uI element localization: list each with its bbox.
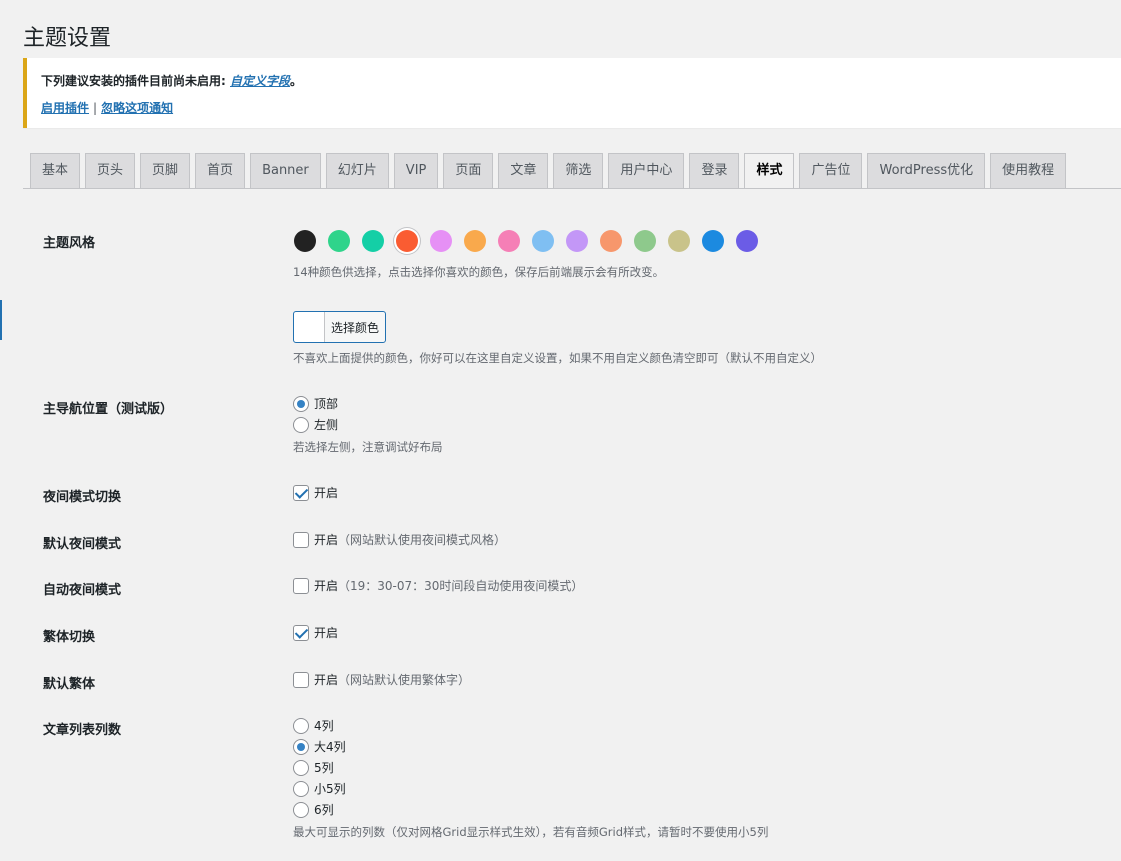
color-swatch[interactable] <box>702 230 724 252</box>
notice-actions: 启用插件 | 忽略这项通知 <box>41 99 1121 116</box>
columns-4-option[interactable]: 4列 <box>293 717 334 734</box>
columns-5-option[interactable]: 5列 <box>293 759 334 776</box>
auto-night-label: 自动夜间模式 <box>43 583 122 598</box>
custom-color-desc: 不喜欢上面提供的颜色，你好可以在这里自定义设置，如果不用自定义颜色清空即可（默认… <box>293 351 822 365</box>
columns-5-text: 5列 <box>314 761 334 775</box>
nav-position-left-option[interactable]: 左侧 <box>293 416 338 433</box>
default-night-checkbox[interactable] <box>293 531 309 548</box>
tab-footer[interactable]: 页脚 <box>140 153 191 188</box>
tab-wordpress-optimize[interactable]: WordPress优化 <box>867 153 986 188</box>
nav-position-top-radio[interactable] <box>293 395 309 412</box>
tab-user-center[interactable]: 用户中心 <box>608 153 685 188</box>
traditional-toggle-option[interactable]: 开启 <box>293 624 338 641</box>
color-swatch[interactable] <box>464 230 486 252</box>
color-swatch[interactable] <box>498 230 520 252</box>
color-swatch[interactable] <box>430 230 452 252</box>
night-toggle-text: 开启 <box>314 486 339 500</box>
list-columns-desc: 最大可显示的列数（仅对网格Grid显示样式生效），若有音频Grid样式，请暂时不… <box>293 825 769 839</box>
auto-night-hint: （19：30-07：30时间段自动使用夜间模式） <box>338 579 584 593</box>
default-night-label: 默认夜间模式 <box>43 537 122 552</box>
default-traditional-text: 开启 <box>314 673 339 687</box>
traditional-toggle-text: 开启 <box>314 626 339 640</box>
columns-5-radio[interactable] <box>293 759 309 776</box>
color-swatch[interactable] <box>362 230 384 252</box>
default-traditional-hint: （网站默认使用繁体字） <box>338 673 471 687</box>
tab-tutorial[interactable]: 使用教程 <box>990 153 1067 188</box>
columns-small-5-option[interactable]: 小5列 <box>293 780 346 797</box>
default-night-hint: （网站默认使用夜间模式风格） <box>338 533 507 547</box>
nav-position-top-option[interactable]: 顶部 <box>293 395 338 412</box>
tab-slideshow[interactable]: 幻灯片 <box>325 153 389 188</box>
list-columns-label: 文章列表列数 <box>43 723 122 738</box>
color-swatch[interactable] <box>634 230 656 252</box>
notice-message: 下列建议安装的插件目前尚未启用: 自定义字段。 <box>41 72 1121 89</box>
columns-6-radio[interactable] <box>293 801 309 818</box>
default-traditional-checkbox[interactable] <box>293 671 309 688</box>
tab-basic[interactable]: 基本 <box>30 153 81 188</box>
color-swatch[interactable] <box>396 230 418 252</box>
theme-style-label: 主题风格 <box>43 236 96 251</box>
custom-color-button-label: 选择颜色 <box>331 320 380 335</box>
notice-period: 。 <box>290 74 303 88</box>
traditional-toggle-label: 繁体切换 <box>43 630 96 645</box>
default-traditional-option[interactable]: 开启 （网站默认使用繁体字） <box>293 671 470 688</box>
color-swatch[interactable] <box>294 230 316 252</box>
tab-page[interactable]: 页面 <box>443 153 494 188</box>
default-traditional-label: 默认繁体 <box>43 677 96 692</box>
settings-tabs: 基本 页头 页脚 首页 Banner 幻灯片 VIP 页面 文章 筛选 用户中心… <box>30 153 1067 189</box>
columns-small-5-text: 小5列 <box>314 782 346 796</box>
night-toggle-checkbox[interactable] <box>293 484 309 501</box>
color-swatch[interactable] <box>532 230 554 252</box>
traditional-toggle-checkbox[interactable] <box>293 624 309 641</box>
color-swatch[interactable] <box>668 230 690 252</box>
page-title: 主题设置 <box>23 26 112 51</box>
color-swatches <box>294 230 758 252</box>
nav-position-left-radio[interactable] <box>293 416 309 433</box>
notice-text: 下列建议安装的插件目前尚未启用: <box>41 74 226 88</box>
nav-position-label: 主导航位置（测试版） <box>43 402 174 417</box>
notice-separator: | <box>93 101 98 115</box>
tab-vip[interactable]: VIP <box>393 153 439 188</box>
columns-4-radio[interactable] <box>293 717 309 734</box>
tabs-divider <box>23 188 1121 189</box>
default-night-text: 开启 <box>314 533 339 547</box>
tab-home[interactable]: 首页 <box>195 153 246 188</box>
tab-filter[interactable]: 筛选 <box>553 153 604 188</box>
columns-large-4-option[interactable]: 大4列 <box>293 738 346 755</box>
tab-style[interactable]: 样式 <box>744 153 795 189</box>
activate-plugin-link[interactable]: 启用插件 <box>41 101 89 115</box>
color-preview <box>294 312 325 342</box>
auto-night-option[interactable]: 开启 （19：30-07：30时间段自动使用夜间模式） <box>293 577 583 594</box>
columns-small-5-radio[interactable] <box>293 780 309 797</box>
auto-night-checkbox[interactable] <box>293 577 309 594</box>
color-swatch[interactable] <box>600 230 622 252</box>
color-swatch[interactable] <box>566 230 588 252</box>
columns-6-option[interactable]: 6列 <box>293 801 334 818</box>
columns-4-text: 4列 <box>314 719 334 733</box>
nav-position-desc: 若选择左侧，注意调试好布局 <box>293 440 443 454</box>
plugin-link[interactable]: 自定义字段 <box>230 74 290 88</box>
plugin-notice: 下列建议安装的插件目前尚未启用: 自定义字段。 启用插件 | 忽略这项通知 <box>23 58 1121 128</box>
admin-edge <box>0 300 2 340</box>
custom-color-button[interactable]: 选择颜色 <box>293 311 386 343</box>
theme-style-desc: 14种颜色供选择，点击选择你喜欢的颜色，保存后前端展示会有所改变。 <box>293 265 665 279</box>
auto-night-text: 开启 <box>314 579 339 593</box>
nav-position-left-text: 左侧 <box>314 418 339 432</box>
tab-ads[interactable]: 广告位 <box>799 153 863 188</box>
tab-banner[interactable]: Banner <box>250 153 321 188</box>
dismiss-notice-link[interactable]: 忽略这项通知 <box>101 101 173 115</box>
columns-6-text: 6列 <box>314 803 334 817</box>
default-night-option[interactable]: 开启 （网站默认使用夜间模式风格） <box>293 531 506 548</box>
color-swatch[interactable] <box>328 230 350 252</box>
tab-header[interactable]: 页头 <box>85 153 136 188</box>
columns-large-4-text: 大4列 <box>314 740 346 754</box>
color-swatch[interactable] <box>736 230 758 252</box>
nav-position-top-text: 顶部 <box>314 397 339 411</box>
night-toggle-label: 夜间模式切换 <box>43 490 122 505</box>
tab-login[interactable]: 登录 <box>689 153 740 188</box>
tab-article[interactable]: 文章 <box>498 153 549 188</box>
night-toggle-option[interactable]: 开启 <box>293 484 338 501</box>
columns-large-4-radio[interactable] <box>293 738 309 755</box>
